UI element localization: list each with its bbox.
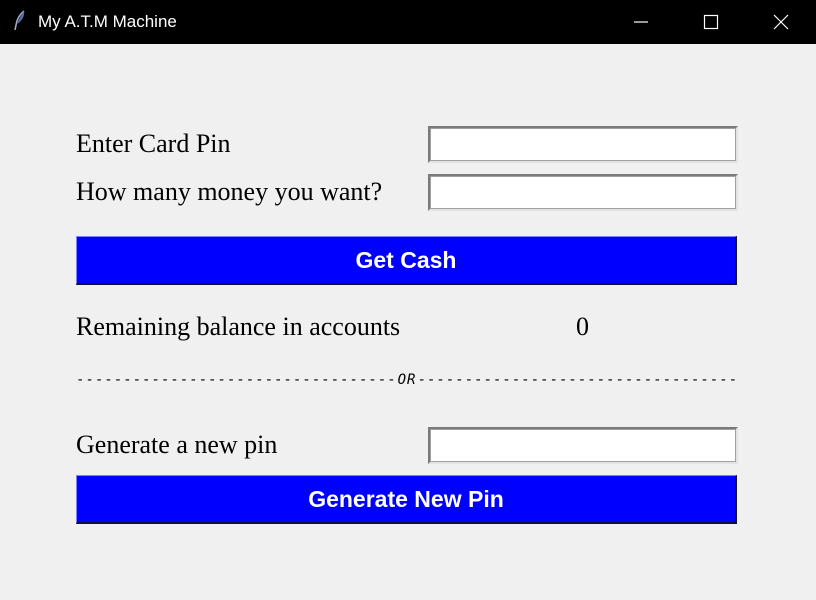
close-button[interactable] [758,0,804,44]
title-bar[interactable]: My A.T.M Machine [0,0,816,44]
minimize-button[interactable] [618,0,664,44]
maximize-icon [703,14,719,30]
maximize-button[interactable] [688,0,734,44]
balance-label: Remaining balance in accounts [76,312,401,341]
new-pin-input[interactable] [428,427,738,464]
divider-line-right: ----------------------------------------… [417,372,738,388]
divider-or-text: OR [397,372,417,388]
window-title: My A.T.M Machine [38,12,177,31]
balance-value: 0 [576,312,589,341]
minimize-icon [634,21,648,23]
new-pin-label: Generate a new pin [76,430,278,459]
feather-icon [12,10,28,32]
card-pin-input[interactable] [428,126,738,163]
amount-label: How many money you want? [76,177,383,206]
window-content: Enter Card Pin How many money you want? … [0,44,816,600]
amount-input[interactable] [428,174,738,211]
generate-new-pin-button[interactable]: Generate New Pin [76,475,737,524]
get-cash-button[interactable]: Get Cash [76,236,737,285]
divider-line-left: ----------------------------------------… [76,372,397,388]
or-divider: ----------------------------------------… [76,372,738,388]
card-pin-label: Enter Card Pin [76,129,231,158]
close-icon [773,14,789,30]
